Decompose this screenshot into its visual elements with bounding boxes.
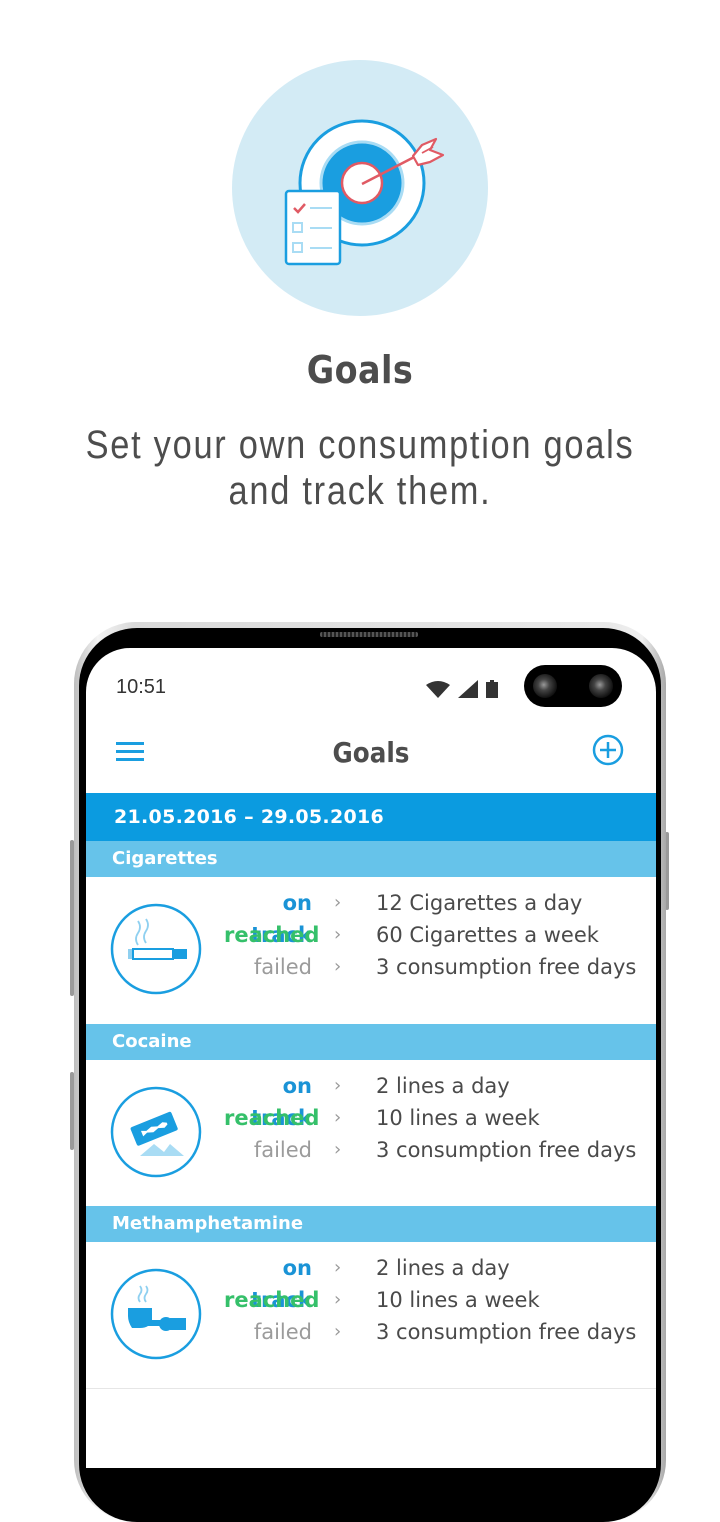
goal-status-reached: reached [224, 923, 320, 947]
cell-signal-icon [458, 680, 478, 698]
date-range-header[interactable]: 21.05.2016 – 29.05.2016 [86, 793, 656, 841]
chevron-right-icon: › [334, 1139, 342, 1160]
wifi-icon [426, 681, 450, 698]
goal-description: 60 Cigarettes a week [376, 923, 599, 947]
goal-description: 10 lines a week [376, 1106, 540, 1130]
chevron-right-icon: › [334, 1321, 342, 1342]
status-icons [426, 678, 498, 698]
app-bar: Goals [86, 728, 656, 792]
goal-line[interactable]: failed › 3 consumption free days [224, 1316, 644, 1348]
goal-line[interactable]: reached › 60 Cigarettes a week [224, 919, 644, 951]
goal-line[interactable]: on track › 2 lines a day [224, 1252, 644, 1312]
chevron-right-icon: › [334, 1107, 342, 1128]
goal-status-reached: reached [224, 1106, 320, 1130]
goal-description: 3 consumption free days [376, 1320, 637, 1344]
promo-subtitle: Set your own consumption goals and track… [50, 422, 669, 514]
add-circle-icon[interactable] [592, 734, 624, 766]
chevron-right-icon: › [334, 892, 342, 913]
goal-line[interactable]: reached › 10 lines a week [224, 1102, 644, 1134]
goal-line[interactable]: reached › 10 lines a week [224, 1284, 644, 1316]
section-header-methamphetamine: Methamphetamine [86, 1206, 656, 1242]
goal-card-cocaine[interactable]: on track › 2 lines a day reached › 10 li… [86, 1060, 656, 1206]
status-time: 10:51 [116, 676, 167, 698]
goal-description: 2 lines a day [376, 1256, 510, 1280]
list-divider [86, 1388, 656, 1389]
phone-screen: 10:51 Goals 21.05.2016 – 29.05.2016 Ciga… [86, 648, 656, 1468]
razor-blade-icon [110, 1086, 202, 1178]
battery-icon [486, 680, 498, 698]
chevron-right-icon: › [334, 956, 342, 977]
goal-status-reached: reached [224, 1288, 320, 1312]
pipe-icon [110, 1268, 202, 1360]
goal-description: 10 lines a week [376, 1288, 540, 1312]
cigarette-icon [110, 903, 202, 995]
front-camera-lens [533, 674, 557, 698]
phone-speaker [320, 632, 418, 637]
front-camera-lens [589, 674, 613, 698]
hero-illustration [232, 60, 488, 316]
promo-subtitle-line-1: Set your own consumption goals [85, 423, 635, 467]
app-title: Goals [332, 736, 410, 769]
section-header-cigarettes: Cigarettes [86, 841, 656, 877]
goal-line[interactable]: failed › 3 consumption free days [224, 1134, 644, 1166]
goal-line[interactable]: on track › 2 lines a day [224, 1070, 644, 1130]
goal-line[interactable]: failed › 3 consumption free days [224, 951, 644, 983]
goal-description: 2 lines a day [376, 1074, 510, 1098]
goal-status-failed: failed [253, 1320, 312, 1344]
goal-description: 3 consumption free days [376, 955, 637, 979]
goal-card-methamphetamine[interactable]: on track › 2 lines a day reached › 10 li… [86, 1242, 656, 1388]
section-header-cocaine: Cocaine [86, 1024, 656, 1060]
goal-status-failed: failed [253, 1138, 312, 1162]
goal-description: 3 consumption free days [376, 1138, 637, 1162]
goal-status-failed: failed [253, 955, 312, 979]
goal-line[interactable]: on track › 12 Cigarettes a day [224, 887, 644, 947]
chevron-right-icon: › [334, 924, 342, 945]
goal-card-cigarettes[interactable]: on track › 12 Cigarettes a day reached ›… [86, 877, 656, 1023]
goal-description: 12 Cigarettes a day [376, 891, 583, 915]
chevron-right-icon: › [334, 1289, 342, 1310]
chevron-right-icon: › [334, 1075, 342, 1096]
promo-title: Goals [306, 348, 414, 392]
promo-subtitle-line-2: and track them. [228, 469, 492, 513]
camera-cutout [524, 665, 622, 707]
target-with-checklist-icon [284, 119, 445, 266]
chevron-right-icon: › [334, 1257, 342, 1278]
